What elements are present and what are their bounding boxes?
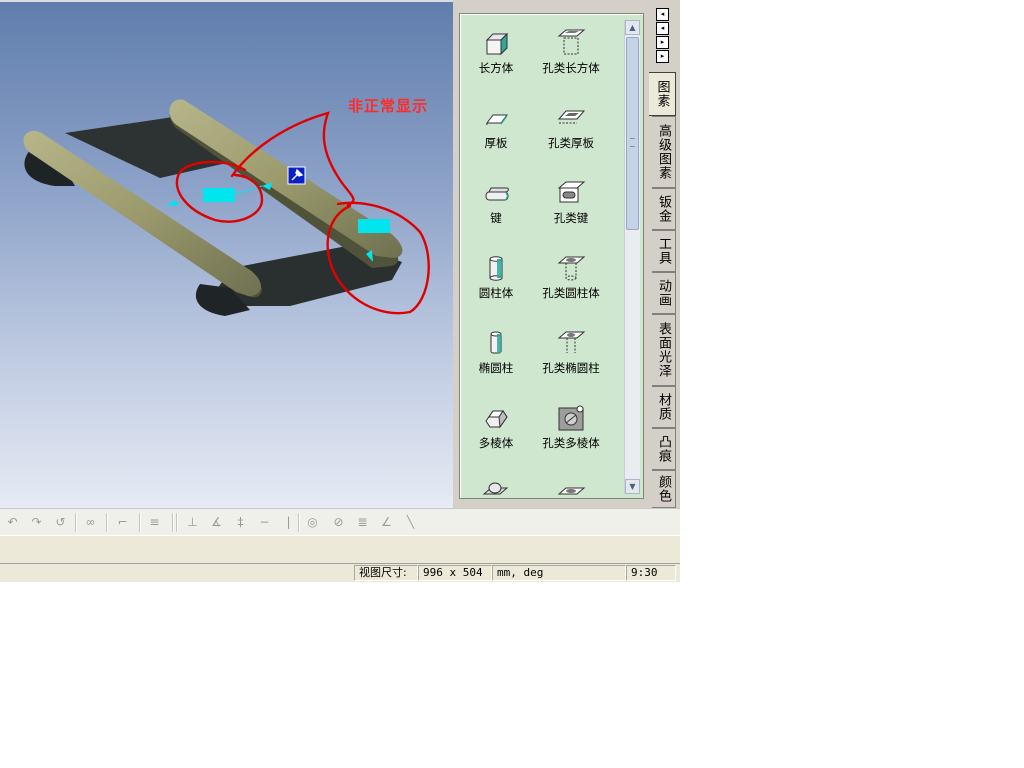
catalog-item-label: 键: [490, 211, 502, 225]
catalog-item-hole-prism[interactable]: 孔类多棱体: [532, 403, 610, 451]
undo-icon[interactable]: ↺: [54, 516, 67, 529]
status-area: [0, 535, 680, 564]
tangent-icon[interactable]: ⊘: [332, 516, 345, 529]
catalog-panel[interactable]: 长方体 孔类长方体 厚板 孔类厚板 键 孔类键 圆柱体 孔类圆柱体 椭圆柱 孔类…: [459, 13, 644, 499]
toolbar-separator: [106, 513, 107, 532]
align-icon[interactable]: ≡: [148, 516, 161, 529]
catalog-item-label: 孔类多棱体: [542, 436, 600, 450]
hole-box-icon: [557, 29, 586, 55]
view-size-label: 视图尺寸:: [354, 565, 418, 581]
hole-elliptic-cylinder-icon: [557, 331, 586, 353]
catalog-item-dome[interactable]: [457, 478, 535, 498]
grip-icon: [630, 138, 635, 147]
toolbar-separator: [298, 513, 299, 532]
highlight-marker-right: [358, 219, 390, 233]
catalog-item-box[interactable]: 长方体: [457, 28, 535, 76]
catalog-item-thick-plate[interactable]: 厚板: [457, 103, 535, 151]
constraint-toolbar: ↶ ↷ ↺ ∞ ⌐ ≡ ⊥ ∡ ‡ − | ◎ ⊘ ≣ ∠ ╲: [0, 508, 680, 536]
catalog-item-elliptic-cylinder[interactable]: 椭圆柱: [457, 328, 535, 376]
toolbar-separator: [139, 513, 140, 532]
catalog-item-hole-cylinder[interactable]: 孔类圆柱体: [532, 253, 610, 301]
hole-dome-icon: [557, 487, 586, 495]
status-bar: 视图尺寸: 996 x 504 mm, deg 9:30: [0, 563, 680, 582]
tab-elements[interactable]: 图素: [649, 72, 676, 116]
anchor-handle-icon[interactable]: [287, 166, 306, 185]
elliptic-cylinder-icon: [490, 331, 502, 354]
rotate-ccw-icon[interactable]: ↶: [6, 516, 19, 529]
catalog-item-label: 孔类圆柱体: [542, 286, 600, 300]
catalog-item-label: 长方体: [478, 61, 514, 75]
corner-icon[interactable]: ⌐: [116, 516, 129, 529]
catalog-item-label: 孔类厚板: [548, 136, 594, 150]
hole-key-icon: [557, 181, 586, 203]
triangle-angle-icon[interactable]: ∠: [380, 516, 393, 529]
catalog-item-hole-box[interactable]: 孔类长方体: [532, 28, 610, 76]
hole-cylinder-icon: [557, 256, 586, 281]
catalog-scrollbar[interactable]: ▲ ▼: [624, 20, 640, 494]
rotate-cw-icon[interactable]: ↷: [30, 516, 43, 529]
dome-icon: [482, 482, 509, 495]
tab-advanced-elements[interactable]: 高级图素: [652, 116, 676, 188]
tab-emboss[interactable]: 凸痕: [652, 428, 676, 470]
3d-viewport[interactable]: 非正常显示: [0, 0, 453, 508]
tab-animation[interactable]: 动画: [652, 272, 676, 314]
scroll-down-icon[interactable]: ▼: [625, 479, 640, 494]
hole-prism-icon: [558, 405, 584, 431]
catalog-item-prism[interactable]: 多棱体: [457, 403, 535, 451]
highlight-edge-left: [166, 200, 178, 206]
thick-plate-icon: [486, 114, 508, 125]
hole-thick-plate-icon: [557, 110, 586, 124]
prism-icon: [485, 410, 508, 429]
scroll-up-icon[interactable]: ▲: [625, 20, 640, 35]
catalog-item-label: 圆柱体: [478, 286, 514, 300]
toolbar-separator: [75, 513, 76, 532]
catalog-item-label: 厚板: [484, 136, 508, 150]
catalog-item-label: 椭圆柱: [478, 361, 514, 375]
catalog-item-label: 孔类长方体: [542, 61, 600, 75]
catalog-item-label: 孔类键: [553, 211, 589, 225]
key-icon: [485, 187, 509, 201]
slope-icon[interactable]: ╲: [404, 516, 417, 529]
tab-sheet-metal[interactable]: 钣金: [652, 188, 676, 230]
tab-first-icon[interactable]: ◂: [656, 8, 669, 21]
horizontal-icon[interactable]: −: [258, 516, 271, 529]
toolbar-separator: [176, 513, 177, 532]
catalog-item-key[interactable]: 键: [457, 178, 535, 226]
view-size-value: 996 x 504: [418, 565, 492, 581]
highlight-marker-left: [203, 188, 235, 202]
toolbar-separator: [172, 513, 173, 532]
annotation-label: 非正常显示: [348, 97, 429, 115]
perpendicular-icon[interactable]: ⊥: [186, 516, 199, 529]
tab-prev-icon[interactable]: ◂: [656, 22, 669, 35]
catalog-item-hole-key[interactable]: 孔类键: [532, 178, 610, 226]
angle-icon[interactable]: ∡: [210, 516, 223, 529]
catalog-item-hole-dome[interactable]: [532, 478, 610, 498]
link-icon[interactable]: ∞: [84, 516, 97, 529]
cylinder-icon: [489, 256, 503, 281]
units-value: mm, deg: [492, 565, 626, 581]
scroll-thumb[interactable]: [626, 37, 639, 230]
concentric-icon[interactable]: ◎: [306, 516, 319, 529]
tab-tools[interactable]: 工具: [652, 230, 676, 272]
tab-surface-finish[interactable]: 表面光泽: [652, 314, 676, 386]
vertical-icon[interactable]: |: [282, 516, 295, 529]
tab-color[interactable]: 颜色: [652, 470, 676, 508]
catalog-item-label: 孔类椭圆柱: [542, 361, 600, 375]
3d-scene[interactable]: [0, 0, 453, 508]
tab-material[interactable]: 材质: [652, 386, 676, 428]
catalog-item-label: 多棱体: [478, 436, 514, 450]
time-value: 9:30: [626, 565, 676, 581]
catalog-item-hole-elliptic-cylinder[interactable]: 孔类椭圆柱: [532, 328, 610, 376]
tab-last-icon[interactable]: ▸: [656, 50, 669, 63]
box-icon: [485, 32, 509, 56]
parallel-icon[interactable]: ‡: [234, 516, 247, 529]
catalog-item-hole-thick-plate[interactable]: 孔类厚板: [532, 103, 610, 151]
catalog-item-cylinder[interactable]: 圆柱体: [457, 253, 535, 301]
equal-icon[interactable]: ≣: [356, 516, 369, 529]
tab-next-icon[interactable]: ▸: [656, 36, 669, 49]
